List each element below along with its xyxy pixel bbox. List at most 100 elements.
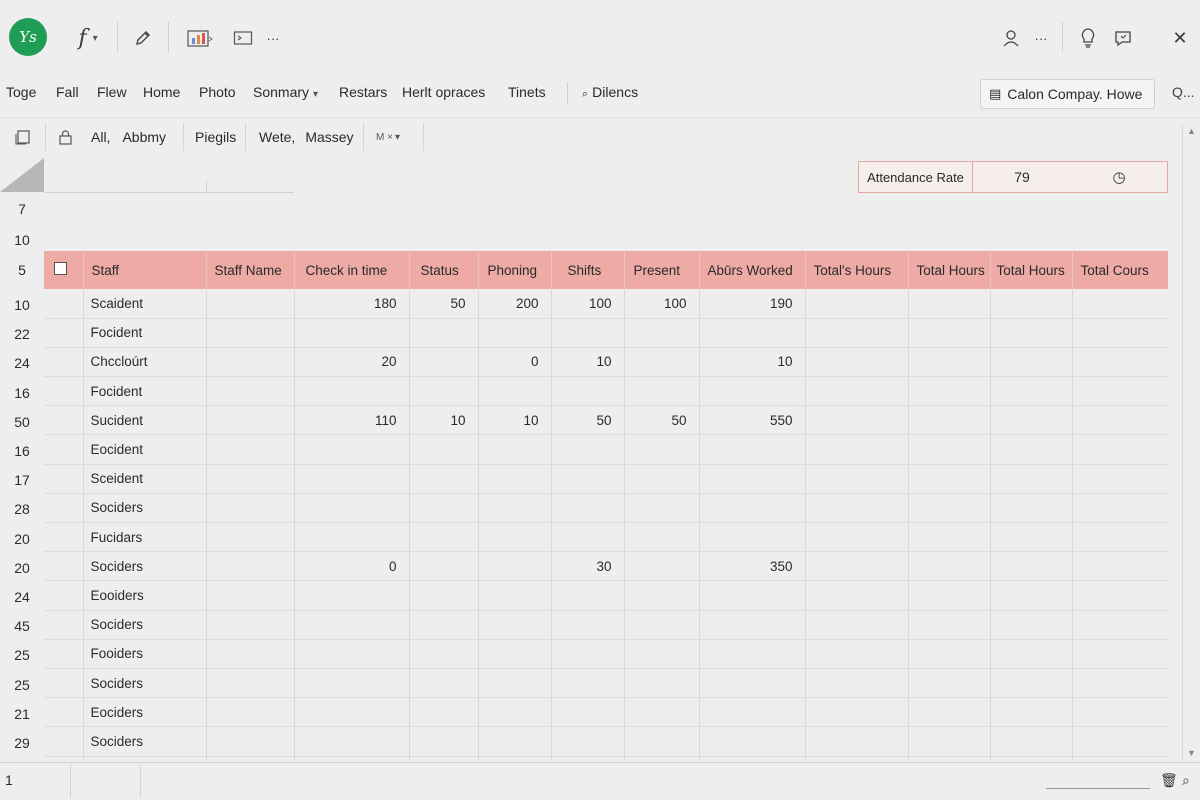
table-cell[interactable]: 50 [551, 405, 625, 436]
more-right-button[interactable]: ··· [1030, 24, 1052, 52]
table-cell[interactable] [1072, 376, 1168, 407]
table-cell[interactable]: 50 [624, 405, 700, 436]
table-cell[interactable] [699, 668, 806, 699]
table-cell[interactable] [624, 551, 700, 582]
table-cell[interactable] [990, 551, 1073, 582]
row-select-cell[interactable] [44, 434, 84, 465]
table-cell[interactable] [551, 756, 625, 761]
table-cell[interactable] [624, 726, 700, 757]
row-header[interactable]: 5 [0, 262, 44, 278]
table-cell[interactable] [206, 493, 295, 524]
table-cell[interactable] [206, 726, 295, 757]
table-cell[interactable] [206, 756, 295, 761]
row-header[interactable]: 45 [0, 618, 44, 634]
table-cell[interactable] [409, 697, 479, 728]
table-cell[interactable] [908, 522, 991, 553]
trash-icon[interactable]: 🗑 [1160, 772, 1178, 789]
ideas-button[interactable] [1076, 24, 1100, 52]
table-cell[interactable] [990, 405, 1073, 436]
row-header[interactable]: 24 [0, 355, 44, 371]
table-cell[interactable] [206, 639, 295, 669]
table-cell[interactable] [206, 434, 295, 465]
row-header[interactable]: 16 [0, 385, 44, 401]
table-cell[interactable]: 10 [478, 405, 552, 436]
table-cell[interactable] [990, 376, 1073, 407]
table-cell[interactable] [478, 756, 552, 761]
column-header[interactable]: Abūrs Worked [699, 251, 806, 289]
table-cell[interactable] [409, 522, 479, 553]
table-cell[interactable]: Scaident [83, 289, 207, 319]
table-cell[interactable]: 550 [699, 405, 806, 436]
column-header[interactable]: Present [624, 251, 700, 289]
table-cell[interactable] [699, 376, 806, 407]
filter-group[interactable]: All, Abbmy [46, 123, 184, 151]
table-cell[interactable]: Sociders [83, 756, 207, 761]
column-header[interactable]: Status [409, 251, 479, 289]
table-cell[interactable] [805, 668, 909, 699]
table-cell[interactable] [699, 726, 806, 757]
table-cell[interactable] [624, 464, 700, 494]
table-cell[interactable]: 10 [699, 347, 806, 378]
status-input[interactable] [1046, 771, 1150, 789]
table-cell[interactable] [699, 697, 806, 728]
menu-item-toge[interactable]: Toge [6, 84, 36, 100]
table-cell[interactable] [1072, 551, 1168, 582]
table-cell[interactable] [805, 347, 909, 378]
table-cell[interactable] [990, 522, 1073, 553]
table-cell[interactable] [1072, 697, 1168, 728]
table-cell[interactable] [1072, 405, 1168, 436]
table-cell[interactable] [294, 522, 410, 553]
row-header[interactable]: 20 [0, 560, 44, 576]
table-cell[interactable] [805, 697, 909, 728]
table-cell[interactable] [908, 464, 991, 494]
table-cell[interactable] [1072, 493, 1168, 524]
table-cell[interactable] [990, 434, 1073, 465]
table-cell[interactable] [551, 580, 625, 611]
table-cell[interactable]: 350 [699, 551, 806, 582]
row-header[interactable]: 17 [0, 472, 44, 488]
table-cell[interactable] [478, 551, 552, 582]
table-cell[interactable]: 0 [294, 551, 410, 582]
row-header[interactable]: 29 [0, 735, 44, 751]
table-cell[interactable] [478, 668, 552, 699]
column-header[interactable]: Total's Hours [805, 251, 909, 289]
menu-item-flew[interactable]: Flew [97, 84, 127, 100]
row-header[interactable]: 25 [0, 677, 44, 693]
table-cell[interactable] [551, 376, 625, 407]
table-cell[interactable] [409, 668, 479, 699]
table-cell[interactable] [624, 493, 700, 524]
table-cell[interactable] [624, 376, 700, 407]
table-cell[interactable] [990, 580, 1073, 611]
table-cell[interactable] [294, 434, 410, 465]
table-cell[interactable] [409, 464, 479, 494]
row-header[interactable]: 22 [0, 326, 44, 342]
column-header[interactable]: Check in time [294, 251, 410, 289]
table-cell[interactable] [624, 610, 700, 640]
table-cell[interactable] [409, 580, 479, 611]
table-cell[interactable] [699, 639, 806, 669]
company-button[interactable]: ▤ Calon Compay. Howe [980, 79, 1155, 109]
column-header[interactable]: Shifts [551, 251, 625, 289]
table-cell[interactable] [1072, 347, 1168, 378]
table-cell[interactable] [908, 376, 991, 407]
table-cell[interactable] [206, 464, 295, 494]
table-cell[interactable] [294, 376, 410, 407]
row-select-cell[interactable] [44, 522, 84, 553]
table-cell[interactable] [551, 697, 625, 728]
table-cell[interactable] [409, 639, 479, 669]
scroll-up-icon[interactable]: ▲ [1187, 126, 1196, 136]
table-cell[interactable] [624, 639, 700, 669]
table-cell[interactable]: 110 [294, 405, 410, 436]
table-cell[interactable] [624, 347, 700, 378]
table-cell[interactable]: 200 [478, 289, 552, 319]
menu-item-summary[interactable]: Sonmary ▾ [253, 84, 318, 100]
table-cell[interactable] [551, 493, 625, 524]
table-cell[interactable] [805, 464, 909, 494]
row-header[interactable]: 50 [0, 414, 44, 430]
table-cell[interactable] [699, 580, 806, 611]
table-cell[interactable] [805, 639, 909, 669]
table-cell[interactable] [908, 434, 991, 465]
search-button[interactable]: Q... [1172, 84, 1195, 100]
row-select-cell[interactable] [44, 697, 84, 728]
more-options-button[interactable]: ··· [262, 24, 284, 52]
